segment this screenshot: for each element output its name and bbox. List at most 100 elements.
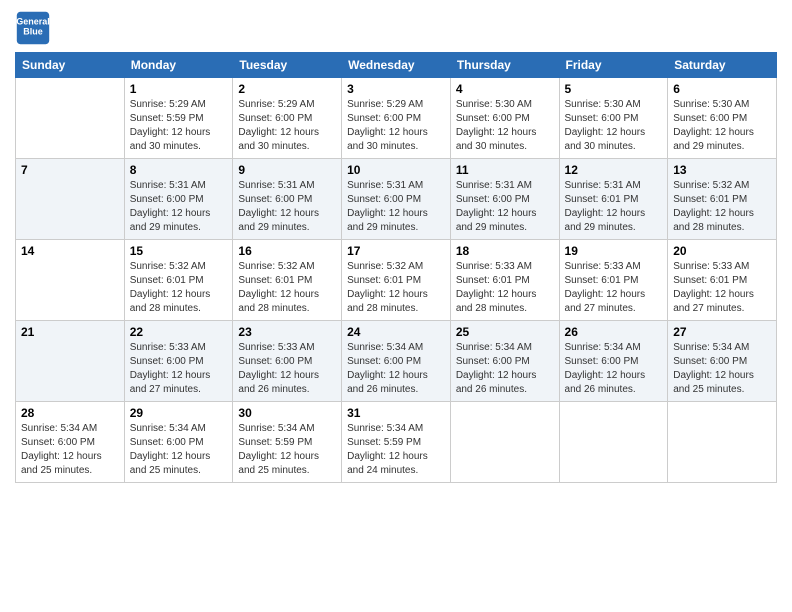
calendar-cell: 17 Sunrise: 5:32 AM Sunset: 6:01 PM Dayli… (342, 240, 451, 321)
day-number: 12 (565, 163, 663, 177)
calendar-cell: 9 Sunrise: 5:31 AM Sunset: 6:00 PM Daylig… (233, 159, 342, 240)
calendar-cell: 25 Sunrise: 5:34 AM Sunset: 6:00 PM Dayli… (450, 321, 559, 402)
day-info: Sunrise: 5:34 AM Sunset: 5:59 PM Dayligh… (238, 422, 336, 478)
day-info: Sunrise: 5:34 AM Sunset: 5:59 PM Dayligh… (347, 422, 445, 478)
day-number: 1 (130, 82, 228, 96)
weekday-header-sunday: Sunday (16, 53, 125, 78)
calendar-cell: 10 Sunrise: 5:31 AM Sunset: 6:00 PM Dayli… (342, 159, 451, 240)
day-info: Sunrise: 5:34 AM Sunset: 6:00 PM Dayligh… (347, 341, 445, 397)
calendar-cell: 26 Sunrise: 5:34 AM Sunset: 6:00 PM Dayli… (559, 321, 668, 402)
day-info: Sunrise: 5:33 AM Sunset: 6:01 PM Dayligh… (673, 260, 771, 316)
day-number: 20 (673, 244, 771, 258)
header: General Blue (15, 10, 777, 46)
calendar-table: SundayMondayTuesdayWednesdayThursdayFrid… (15, 52, 777, 483)
calendar-cell: 4Sunrise: 5:30 AM Sunset: 6:00 PM Daylig… (450, 78, 559, 159)
day-info: Sunrise: 5:34 AM Sunset: 6:00 PM Dayligh… (130, 422, 228, 478)
day-info: Sunrise: 5:31 AM Sunset: 6:00 PM Dayligh… (130, 179, 228, 235)
calendar-cell: 7 (16, 159, 125, 240)
day-number: 8 (130, 163, 228, 177)
day-number: 21 (21, 325, 119, 339)
day-info: Sunrise: 5:32 AM Sunset: 6:01 PM Dayligh… (238, 260, 336, 316)
day-info: Sunrise: 5:29 AM Sunset: 6:00 PM Dayligh… (347, 98, 445, 154)
calendar-cell: 19Sunrise: 5:33 AM Sunset: 6:01 PM Dayli… (559, 240, 668, 321)
day-info: Sunrise: 5:31 AM Sunset: 6:00 PM Dayligh… (347, 179, 445, 235)
day-number: 29 (130, 406, 228, 420)
weekday-header-saturday: Saturday (668, 53, 777, 78)
day-info: Sunrise: 5:34 AM Sunset: 6:00 PM Dayligh… (673, 341, 771, 397)
day-info: Sunrise: 5:29 AM Sunset: 6:00 PM Dayligh… (238, 98, 336, 154)
day-number: 5 (565, 82, 663, 96)
day-number: 24 (347, 325, 445, 339)
day-number: 26 (565, 325, 663, 339)
day-number: 10 (347, 163, 445, 177)
calendar-cell: 5 Sunrise: 5:30 AM Sunset: 6:00 PM Daylig… (559, 78, 668, 159)
calendar-cell: 23 Sunrise: 5:33 AM Sunset: 6:00 PM Dayli… (233, 321, 342, 402)
day-number: 2 (238, 82, 336, 96)
day-number: 13 (673, 163, 771, 177)
calendar-cell: 15 Sunrise: 5:32 AM Sunset: 6:01 PM Dayli… (124, 240, 233, 321)
day-number: 9 (238, 163, 336, 177)
weekday-header-wednesday: Wednesday (342, 53, 451, 78)
day-info: Sunrise: 5:33 AM Sunset: 6:00 PM Dayligh… (130, 341, 228, 397)
calendar-cell: 13 Sunrise: 5:32 AM Sunset: 6:01 PM Dayli… (668, 159, 777, 240)
day-number: 16 (238, 244, 336, 258)
day-number: 25 (456, 325, 554, 339)
calendar-cell (559, 402, 668, 483)
day-number: 31 (347, 406, 445, 420)
calendar-cell: 12 Sunrise: 5:31 AM Sunset: 6:01 PM Dayli… (559, 159, 668, 240)
day-info: Sunrise: 5:30 AM Sunset: 6:00 PM Dayligh… (456, 98, 554, 154)
day-number: 28 (21, 406, 119, 420)
day-info: Sunrise: 5:34 AM Sunset: 6:00 PM Dayligh… (565, 341, 663, 397)
logo: General Blue (15, 10, 51, 46)
calendar-cell: 21 (16, 321, 125, 402)
calendar-cell: 11 Sunrise: 5:31 AM Sunset: 6:00 PM Dayli… (450, 159, 559, 240)
week-row-3: 14 15 Sunrise: 5:32 AM Sunset: 6:01 PM Day… (16, 240, 777, 321)
calendar-cell: 18Sunrise: 5:33 AM Sunset: 6:01 PM Dayli… (450, 240, 559, 321)
calendar-cell: 3 Sunrise: 5:29 AM Sunset: 6:00 PM Daylig… (342, 78, 451, 159)
weekday-header-tuesday: Tuesday (233, 53, 342, 78)
logo-icon: General Blue (15, 10, 51, 46)
weekday-header-row: SundayMondayTuesdayWednesdayThursdayFrid… (16, 53, 777, 78)
day-info: Sunrise: 5:31 AM Sunset: 6:00 PM Dayligh… (456, 179, 554, 235)
calendar-cell: 27 Sunrise: 5:34 AM Sunset: 6:00 PM Dayli… (668, 321, 777, 402)
day-number: 15 (130, 244, 228, 258)
day-number: 11 (456, 163, 554, 177)
day-info: Sunrise: 5:32 AM Sunset: 6:01 PM Dayligh… (347, 260, 445, 316)
day-info: Sunrise: 5:30 AM Sunset: 6:00 PM Dayligh… (673, 98, 771, 154)
day-info: Sunrise: 5:33 AM Sunset: 6:00 PM Dayligh… (238, 341, 336, 397)
week-row-2: 78 Sunrise: 5:31 AM Sunset: 6:00 PM Dayli… (16, 159, 777, 240)
calendar-cell: 14 (16, 240, 125, 321)
week-row-4: 21 22Sunrise: 5:33 AM Sunset: 6:00 PM Day… (16, 321, 777, 402)
calendar-cell: 6 Sunrise: 5:30 AM Sunset: 6:00 PM Daylig… (668, 78, 777, 159)
day-number: 18 (456, 244, 554, 258)
day-number: 23 (238, 325, 336, 339)
week-row-1: 1 Sunrise: 5:29 AM Sunset: 5:59 PM Daylig… (16, 78, 777, 159)
day-info: Sunrise: 5:32 AM Sunset: 6:01 PM Dayligh… (130, 260, 228, 316)
calendar-cell: 22Sunrise: 5:33 AM Sunset: 6:00 PM Dayli… (124, 321, 233, 402)
calendar-cell: 31 Sunrise: 5:34 AM Sunset: 5:59 PM Dayli… (342, 402, 451, 483)
calendar-cell: 16 Sunrise: 5:32 AM Sunset: 6:01 PM Dayli… (233, 240, 342, 321)
weekday-header-monday: Monday (124, 53, 233, 78)
day-info: Sunrise: 5:34 AM Sunset: 6:00 PM Dayligh… (456, 341, 554, 397)
day-info: Sunrise: 5:30 AM Sunset: 6:00 PM Dayligh… (565, 98, 663, 154)
calendar-cell: 30Sunrise: 5:34 AM Sunset: 5:59 PM Dayli… (233, 402, 342, 483)
weekday-header-thursday: Thursday (450, 53, 559, 78)
day-number: 27 (673, 325, 771, 339)
week-row-5: 28 Sunrise: 5:34 AM Sunset: 6:00 PM Dayli… (16, 402, 777, 483)
weekday-header-friday: Friday (559, 53, 668, 78)
day-info: Sunrise: 5:29 AM Sunset: 5:59 PM Dayligh… (130, 98, 228, 154)
calendar-cell (450, 402, 559, 483)
day-number: 7 (21, 163, 119, 177)
calendar-cell: 29 Sunrise: 5:34 AM Sunset: 6:00 PM Dayli… (124, 402, 233, 483)
day-number: 6 (673, 82, 771, 96)
day-number: 3 (347, 82, 445, 96)
day-number: 17 (347, 244, 445, 258)
calendar-cell: 2 Sunrise: 5:29 AM Sunset: 6:00 PM Daylig… (233, 78, 342, 159)
day-info: Sunrise: 5:31 AM Sunset: 6:01 PM Dayligh… (565, 179, 663, 235)
svg-text:General: General (16, 16, 50, 26)
day-info: Sunrise: 5:31 AM Sunset: 6:00 PM Dayligh… (238, 179, 336, 235)
day-info: Sunrise: 5:32 AM Sunset: 6:01 PM Dayligh… (673, 179, 771, 235)
calendar-cell (668, 402, 777, 483)
calendar-cell: 24 Sunrise: 5:34 AM Sunset: 6:00 PM Dayli… (342, 321, 451, 402)
day-number: 14 (21, 244, 119, 258)
